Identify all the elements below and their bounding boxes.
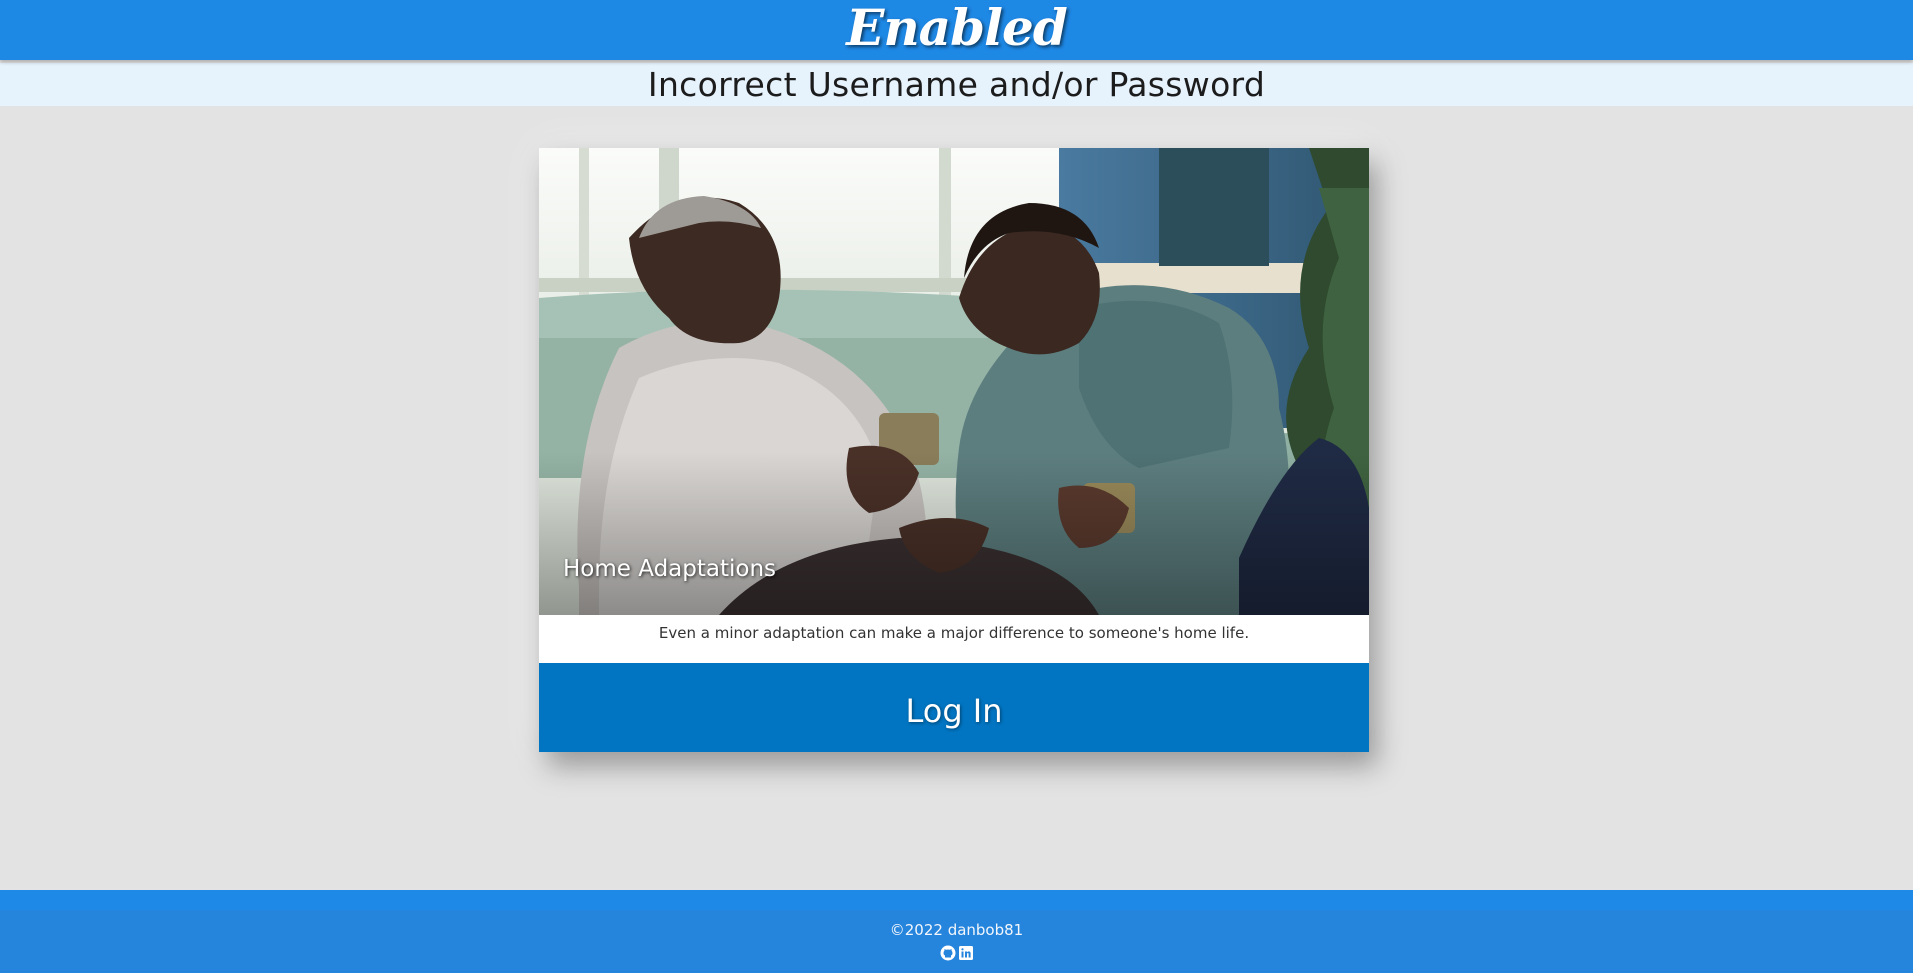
linkedin-icon[interactable] [958,945,974,961]
copyright-text: ©2022 danbob81 [889,921,1024,939]
photo-elderly-couple-icon [539,148,1369,615]
github-icon[interactable] [940,945,956,961]
social-links [0,945,1913,961]
login-card: Home Adaptations Even a minor adaptation… [539,148,1369,752]
brand-logo[interactable]: Enabled [846,0,1068,58]
login-button[interactable]: Log In [539,663,1369,752]
error-message: Incorrect Username and/or Password [647,65,1266,104]
error-alert: Incorrect Username and/or Password [0,63,1913,106]
carousel-photo: Home Adaptations [539,148,1369,615]
login-button-label: Log In [905,692,1003,730]
footer-top-band [0,890,1913,911]
footer-band [0,910,1913,973]
site-header: Enabled [0,0,1913,60]
site-footer: ©2022 danbob81 [0,890,1913,973]
carousel-caption-title: Home Adaptations [563,556,777,582]
carousel-caption-text: Even a minor adaptation can make a major… [658,624,1250,642]
